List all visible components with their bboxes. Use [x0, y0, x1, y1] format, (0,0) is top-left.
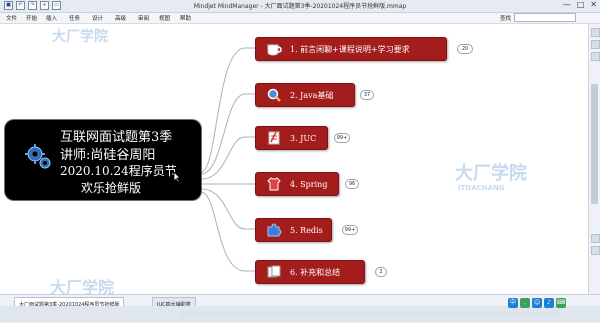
shirt-icon — [264, 176, 284, 192]
side-tool-icon[interactable] — [591, 40, 600, 49]
ime-mic-icon[interactable]: ♪ — [544, 298, 554, 308]
search-label: 查找 — [500, 15, 512, 22]
ime-chinese-icon[interactable]: 中 — [508, 298, 518, 308]
side-tool-icon[interactable] — [591, 246, 600, 255]
ime-punctuation-icon[interactable]: , — [520, 298, 530, 308]
close-button[interactable]: ✕ — [590, 0, 597, 9]
central-line-2: 讲师:尚硅谷周阳 — [60, 148, 156, 163]
watermark-sub: ITDACHANG — [458, 184, 505, 192]
mouse-cursor-icon — [173, 171, 181, 183]
menu-view[interactable]: 视图 — [159, 14, 170, 22]
topic-label: 5. Redis — [290, 225, 323, 235]
search-input[interactable] — [514, 13, 577, 22]
scrollbar-thumb[interactable] — [591, 84, 598, 204]
document-icon — [264, 130, 284, 146]
search-area: 查找 — [500, 13, 577, 22]
topic-node[interactable]: 1. 前言闲聊+课程说明+学习要求 — [255, 37, 447, 61]
watermark: 大厂学院 — [455, 163, 527, 184]
gears-icon — [25, 144, 51, 169]
topic-label: 3. JUC — [290, 133, 317, 143]
menu-file[interactable]: 文件 — [6, 14, 17, 22]
ime-keyboard-icon[interactable]: ⌨ — [556, 298, 566, 308]
side-tool-icon[interactable] — [591, 234, 600, 243]
central-line-4: 欢乐抢鲜版 — [81, 181, 142, 195]
topic-label: 6. 补充和总结 — [290, 267, 341, 277]
menu-help[interactable]: 帮助 — [180, 14, 191, 22]
topic-node[interactable]: 5. Redis — [255, 218, 332, 242]
pages-icon — [264, 264, 284, 280]
menu-design[interactable]: 设计 — [92, 14, 103, 22]
menu-review[interactable]: 审阅 — [138, 14, 149, 22]
ime-emoji-icon[interactable]: ☺ — [532, 298, 542, 308]
horizontal-scrollbar[interactable] — [180, 311, 560, 317]
watermark: 大厂学院 — [52, 29, 108, 45]
topic-label: 2. Java基础 — [290, 90, 334, 100]
side-tool-icon[interactable] — [591, 52, 600, 61]
topic-count-badge[interactable]: 99+ — [342, 225, 358, 235]
topic-label: 1. 前言闲聊+课程说明+学习要求 — [290, 44, 410, 54]
status-bar — [0, 306, 600, 322]
topic-node[interactable]: 6. 补充和总结 — [255, 260, 365, 284]
topic-node[interactable]: 2. Java基础 — [255, 83, 355, 107]
title-bar: ■ ↶ ↷ + ▭ Mindjet MindManager - 大厂面试题第3季… — [0, 0, 600, 13]
magnifier-icon — [264, 87, 284, 103]
menu-insert[interactable]: 插入 — [46, 14, 57, 22]
topic-count-badge[interactable]: 37 — [360, 90, 374, 100]
input-method-toolbar: 中 , ☺ ♪ ⌨ — [508, 298, 566, 308]
central-line-3: 2020.10.24程序员节 — [60, 164, 177, 178]
topic-node[interactable]: 4. Spring — [255, 172, 339, 196]
map-canvas[interactable]: 大厂学院 大厂学院 ITDACHANG 大厂学院 互联网面试题第3季 讲师:尚硅… — [0, 24, 588, 297]
maximize-button[interactable]: □ — [577, 0, 585, 9]
cup-icon — [264, 41, 284, 57]
menu-advanced[interactable]: 高级 — [115, 14, 126, 22]
central-line-1: 互联网面试题第3季 — [60, 130, 173, 145]
topic-label: 4. Spring — [290, 179, 328, 189]
menu-home[interactable]: 开始 — [26, 14, 37, 22]
minimize-button[interactable]: — — [563, 0, 571, 9]
topic-count-badge[interactable]: 20 — [457, 44, 473, 54]
topic-count-badge[interactable]: 99+ — [334, 133, 350, 143]
vertical-scrollbar[interactable] — [588, 24, 600, 294]
central-topic[interactable]: 互联网面试题第3季 讲师:尚硅谷周阳 2020.10.24程序员节 欢乐抢鲜版 — [5, 120, 201, 200]
side-tool-icon[interactable] — [591, 28, 600, 37]
menu-task[interactable]: 任务 — [69, 14, 80, 22]
topic-count-badge[interactable]: 2 — [375, 267, 387, 277]
window-controls: — □ ✕ — [563, 0, 597, 9]
topic-count-badge[interactable]: 96 — [345, 179, 359, 189]
topic-node[interactable]: 3. JUC — [255, 126, 328, 150]
window-title: Mindjet MindManager - 大厂面试题第3季-20201024程… — [193, 3, 407, 10]
puzzle-icon — [264, 222, 284, 238]
